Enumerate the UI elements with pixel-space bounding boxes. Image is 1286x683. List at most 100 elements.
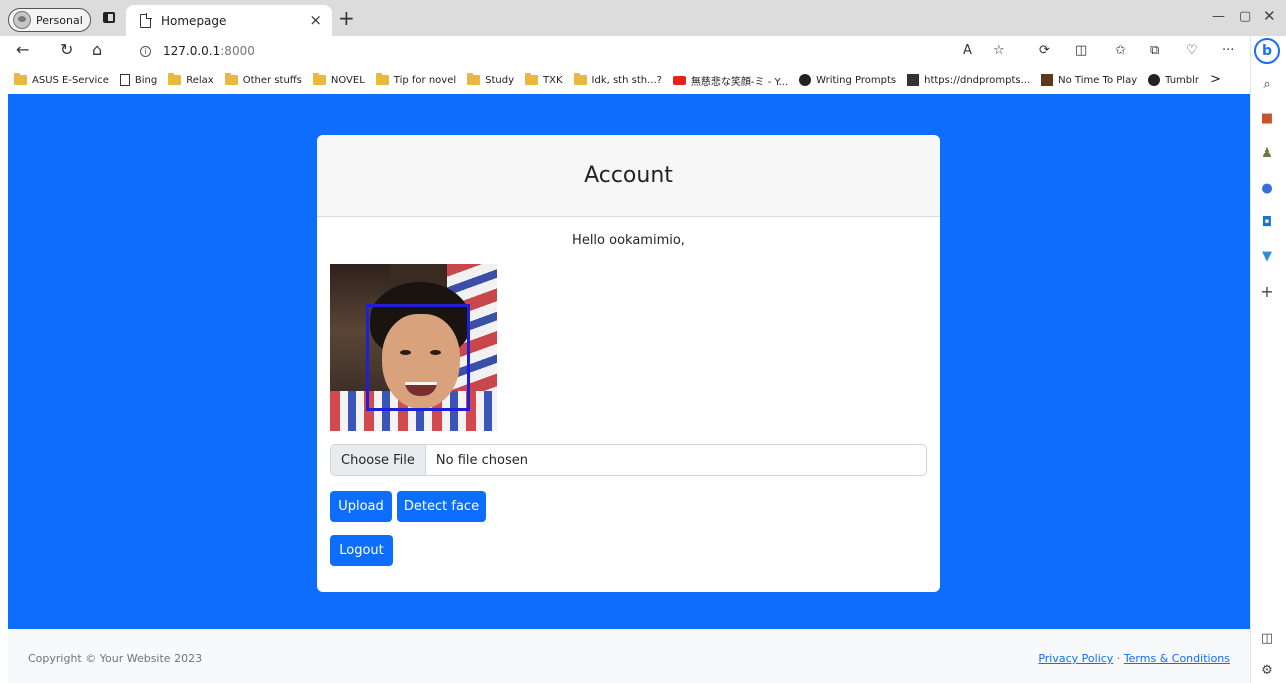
bookmark-item[interactable]: Tumblr bbox=[1148, 74, 1199, 86]
bookmark-label: Other stuffs bbox=[242, 74, 302, 86]
tab-strip: Personal Homepage × + — ▢ ✕ bbox=[0, 0, 1286, 36]
bookmark-item[interactable]: Relax bbox=[168, 73, 214, 86]
profile-label: Personal bbox=[36, 13, 83, 27]
edge-sidebar bbox=[1250, 36, 1286, 683]
file-input[interactable]: Choose File No file chosen bbox=[330, 444, 927, 476]
bookmark-label: Idk, sth sth...? bbox=[591, 74, 662, 86]
uploaded-photo bbox=[330, 264, 497, 431]
detect-face-button[interactable]: Detect face bbox=[397, 491, 486, 522]
bookmark-item[interactable]: Bing bbox=[119, 74, 158, 86]
sidebar-settings-gear-icon[interactable]: ⚙ bbox=[1259, 662, 1275, 678]
games-icon[interactable]: ♟ bbox=[1259, 145, 1275, 161]
favorite-star-icon[interactable]: ☆ bbox=[993, 43, 1005, 58]
outlook-icon[interactable]: ◘ bbox=[1259, 214, 1275, 230]
bookmark-label: Tip for novel bbox=[393, 74, 457, 86]
account-card: Account Hello ookamimio, Choose File No … bbox=[317, 135, 940, 592]
bookmarks-bar: ASUS E-Service Bing Relax Other stuffs N… bbox=[0, 66, 1250, 94]
more-menu-icon[interactable]: ··· bbox=[1222, 43, 1234, 58]
toolbar: ← ↻ ⌂ i 127.0.0.1:8000 A ☆ ⟳ ◫ ✩ ⧉ ♡ ··· bbox=[0, 36, 1250, 66]
bookmark-label: ASUS E-Service bbox=[32, 74, 109, 86]
bookmark-item[interactable]: NOVEL bbox=[312, 73, 365, 86]
more-bookmarks-chevron-icon[interactable]: > bbox=[1210, 72, 1221, 87]
close-window-icon[interactable]: ✕ bbox=[1263, 7, 1276, 25]
bookmark-label: https://dndprompts... bbox=[924, 74, 1031, 86]
microsoft-365-icon[interactable]: ● bbox=[1259, 180, 1275, 196]
bookmark-item[interactable]: Tip for novel bbox=[375, 73, 457, 86]
choose-file-button[interactable]: Choose File bbox=[331, 445, 426, 475]
bookmark-item[interactable]: Idk, sth sth...? bbox=[573, 73, 662, 86]
footer-links: Privacy Policy · Terms & Conditions bbox=[1038, 652, 1230, 665]
bookmark-item[interactable]: TXK bbox=[525, 73, 563, 86]
page-title: Account bbox=[584, 163, 673, 188]
folder-icon bbox=[168, 73, 182, 85]
folder-icon bbox=[375, 73, 389, 85]
url-host: 127.0.0.1 bbox=[163, 44, 221, 58]
drop-icon[interactable]: ▼ bbox=[1259, 248, 1275, 264]
tab-homepage[interactable]: Homepage × bbox=[126, 5, 332, 36]
card-header: Account bbox=[317, 135, 940, 217]
page-icon bbox=[119, 74, 130, 86]
split-screen-icon[interactable]: ◫ bbox=[1075, 43, 1087, 58]
folder-icon bbox=[14, 73, 27, 85]
bookmark-label: No Time To Play bbox=[1058, 74, 1138, 86]
upload-button[interactable]: Upload bbox=[330, 491, 392, 522]
collections-icon[interactable]: ⧉ bbox=[1150, 43, 1159, 58]
footer-separator: · bbox=[1113, 652, 1124, 665]
bookmark-label: TXK bbox=[543, 74, 563, 86]
bookmark-item[interactable]: Other stuffs bbox=[224, 73, 302, 86]
privacy-policy-link[interactable]: Privacy Policy bbox=[1038, 652, 1113, 665]
footer: Copyright © Your Website 2023 Privacy Po… bbox=[8, 629, 1250, 683]
site-icon bbox=[907, 74, 920, 86]
bookmark-label: Writing Prompts bbox=[816, 74, 897, 86]
bookmark-label: Study bbox=[485, 74, 514, 86]
folder-icon bbox=[312, 73, 326, 85]
info-icon[interactable]: i bbox=[140, 45, 151, 57]
restore-icon[interactable]: ▢ bbox=[1239, 9, 1251, 24]
bookmark-item[interactable]: https://dndprompts... bbox=[907, 74, 1030, 86]
terms-link[interactable]: Terms & Conditions bbox=[1124, 652, 1230, 665]
add-sidebar-app-icon[interactable]: + bbox=[1259, 282, 1275, 301]
refresh-icon[interactable]: ↻ bbox=[60, 40, 73, 59]
youtube-icon bbox=[672, 75, 686, 85]
tab-title: Homepage bbox=[161, 13, 227, 28]
bookmark-item[interactable]: Writing Prompts bbox=[799, 74, 896, 86]
read-aloud-icon[interactable]: A bbox=[963, 43, 972, 58]
bookmark-label: NOVEL bbox=[330, 74, 365, 86]
bookmark-label: 無慈悲な笑顔-ミ - Y... bbox=[690, 76, 789, 88]
shopping-icon[interactable]: ■ bbox=[1259, 110, 1275, 126]
bing-copilot-icon[interactable]: b bbox=[1254, 38, 1280, 64]
greeting-text: Hello ookamimio, bbox=[572, 233, 685, 248]
favorites-icon[interactable]: ✩ bbox=[1115, 43, 1126, 58]
bookmark-label: Relax bbox=[186, 74, 214, 86]
close-tab-icon[interactable]: × bbox=[309, 11, 322, 29]
page-icon bbox=[140, 13, 152, 28]
file-status: No file chosen bbox=[435, 452, 528, 468]
copyright-text: Copyright © Your Website 2023 bbox=[28, 652, 203, 665]
bookmark-item[interactable]: 無慈悲な笑顔-ミ - Y... bbox=[672, 73, 789, 88]
profile-button[interactable]: Personal bbox=[8, 8, 91, 32]
bookmark-item[interactable]: No Time To Play bbox=[1041, 74, 1137, 86]
back-icon[interactable]: ← bbox=[16, 40, 29, 59]
bookmark-label: Tumblr bbox=[1165, 74, 1200, 86]
search-icon[interactable]: ⌕ bbox=[1259, 76, 1275, 92]
bookmark-label: Bing bbox=[134, 74, 158, 86]
compass-icon bbox=[799, 74, 812, 86]
new-tab-button[interactable]: + bbox=[338, 6, 355, 30]
url-port: :8000 bbox=[220, 44, 255, 58]
tab-actions-icon[interactable] bbox=[103, 12, 115, 23]
folder-icon bbox=[525, 73, 538, 85]
hide-sidebar-icon[interactable]: ◫ bbox=[1259, 630, 1275, 646]
tumblr-icon bbox=[1148, 74, 1161, 86]
extensions-icon[interactable]: ⟳ bbox=[1039, 43, 1050, 58]
face-detection-box bbox=[366, 304, 470, 411]
bookmark-item[interactable]: Study bbox=[467, 73, 514, 86]
folder-icon bbox=[467, 73, 481, 85]
avatar-icon bbox=[13, 11, 31, 29]
bookmark-item[interactable]: ASUS E-Service bbox=[14, 73, 109, 86]
home-icon[interactable]: ⌂ bbox=[92, 40, 102, 59]
logout-button[interactable]: Logout bbox=[330, 535, 393, 566]
minimize-icon[interactable]: — bbox=[1212, 9, 1225, 24]
browser-essentials-icon[interactable]: ♡ bbox=[1186, 43, 1198, 58]
folder-icon bbox=[573, 73, 587, 85]
address-bar[interactable]: i 127.0.0.1:8000 bbox=[120, 39, 1015, 63]
